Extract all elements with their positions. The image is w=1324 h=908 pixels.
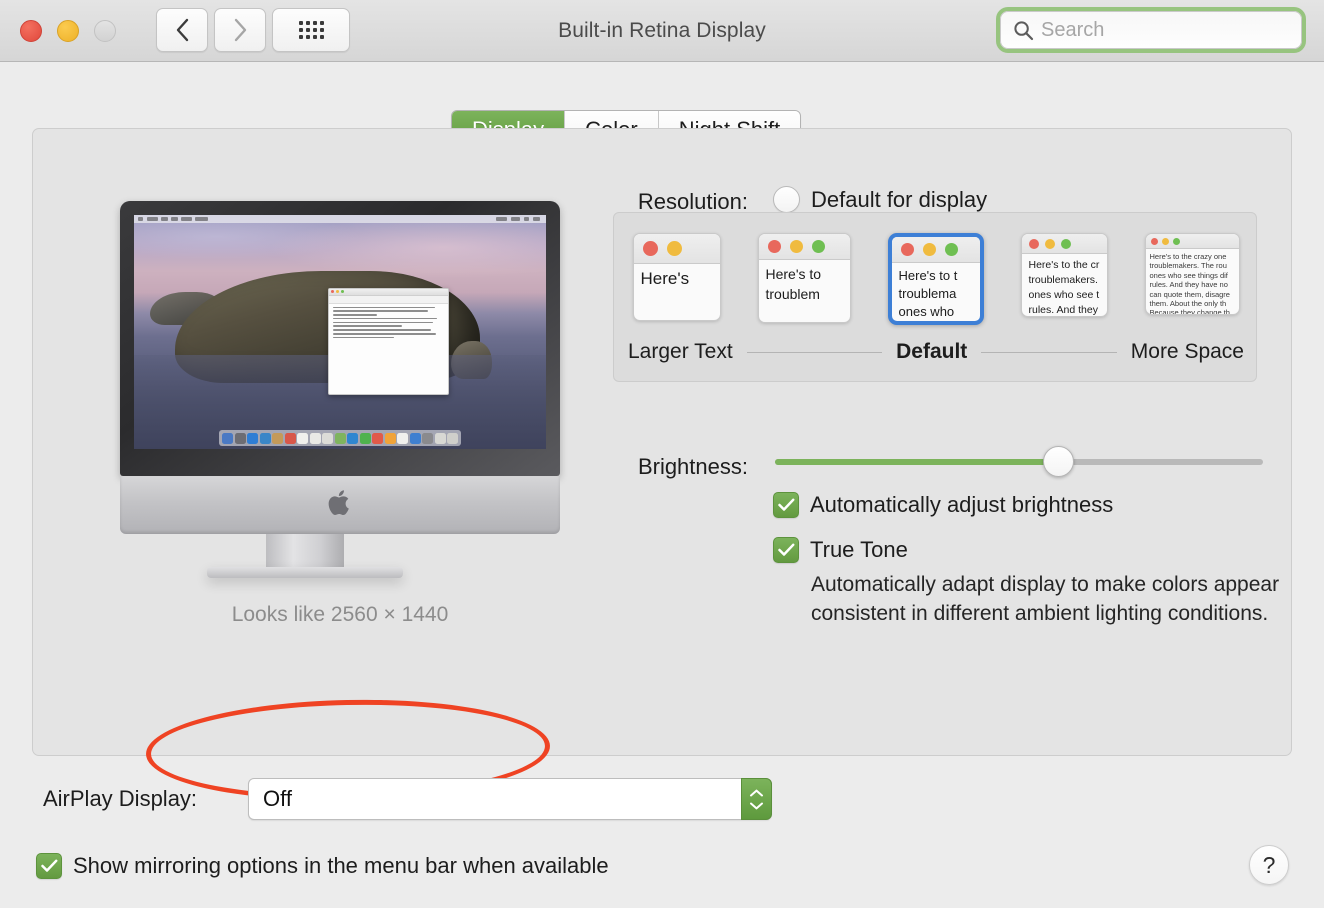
help-button[interactable]: ? xyxy=(1249,845,1289,885)
apple-logo-icon xyxy=(328,489,352,522)
scale-thumbnail-4[interactable]: Here's to the cr troublemakers. ones who… xyxy=(1020,233,1108,317)
scale-thumbnail-default-selected[interactable]: Here's to t troublema ones who xyxy=(887,233,984,325)
imac-screen xyxy=(134,215,546,449)
stepper-up-down-icon[interactable] xyxy=(741,778,772,820)
thumbnail-line: Here's to the cr xyxy=(1028,259,1100,271)
traffic-light-buttons xyxy=(20,20,116,42)
search-highlight-box: Search xyxy=(996,7,1306,53)
preview-textedit-window xyxy=(327,287,450,395)
show-mirroring-options-row[interactable]: Show mirroring options in the menu bar w… xyxy=(36,853,609,879)
radio-default-label: Default for display xyxy=(811,186,988,212)
thumbnail-line: troublemakers. The rou xyxy=(1149,261,1227,271)
thumbnail-line: can quote them, disagre xyxy=(1149,289,1230,299)
thumbnail-line: rules. And they have no xyxy=(1149,280,1228,290)
slider-fill xyxy=(775,459,1059,465)
thumbnail-line: Here's xyxy=(640,269,690,288)
minimize-button-icon[interactable] xyxy=(57,20,79,42)
show-all-grid-icon xyxy=(298,21,324,39)
thumbnail-line: troublema xyxy=(898,286,957,301)
thumbnail-text: Here's to troublem xyxy=(759,260,850,322)
scale-range-labels: Larger Text Default More Space xyxy=(628,337,1244,367)
display-settings-panel: Looks like 2560 × 1440 Resolution: Defau… xyxy=(32,128,1292,805)
true-tone-description: Automatically adapt display to make colo… xyxy=(811,573,1280,625)
display-controls-column: Resolution: Default for display Scaled xyxy=(583,129,1283,757)
zoom-button-icon[interactable] xyxy=(94,20,116,42)
thumbnail-titlebar xyxy=(633,234,720,264)
thumbnail-line: ones who see things dif xyxy=(1149,270,1228,280)
show-mirroring-options-label: Show mirroring options in the menu bar w… xyxy=(73,853,609,878)
thumbnail-line: Because they change th xyxy=(1149,308,1230,315)
preview-menu-bar xyxy=(134,215,546,223)
scale-divider-right xyxy=(981,351,1117,353)
imac-stand-base xyxy=(207,567,403,578)
slider-knob[interactable] xyxy=(1043,446,1075,477)
thumbnail-line: Here's to t xyxy=(898,268,958,283)
true-tone-row[interactable]: True Tone xyxy=(773,537,908,563)
checkbox-auto-adjust-brightness[interactable] xyxy=(773,492,799,518)
chevron-right-icon xyxy=(233,18,248,42)
auto-brightness-label: Automatically adjust brightness xyxy=(810,492,1114,517)
close-button-icon[interactable] xyxy=(20,20,42,42)
scale-label-default: Default xyxy=(896,340,968,363)
thumbnail-titlebar xyxy=(758,234,850,260)
scale-label-more-space: More Space xyxy=(1130,340,1244,363)
airplay-display-label: AirPlay Display: xyxy=(43,786,198,811)
window-titlebar: Built-in Retina Display Search xyxy=(0,0,1324,62)
thumbnail-line: Here's to the crazy one xyxy=(1149,252,1227,261)
search-icon xyxy=(1013,20,1034,41)
navigation-buttons xyxy=(156,8,350,52)
airplay-display-select[interactable]: Off xyxy=(248,778,772,820)
preview-dock xyxy=(219,430,461,446)
thumbnail-line: ones who see t xyxy=(1028,289,1100,301)
thumbnail-text: Here's to t troublema ones who xyxy=(892,263,980,321)
back-button[interactable] xyxy=(156,8,208,52)
thumbnail-text: Here's to the crazy one troublemakers. T… xyxy=(1146,249,1239,315)
thumbnail-line: troublem xyxy=(765,286,820,302)
preview-window-titlebar xyxy=(328,288,449,296)
display-preview-illustration: Looks like 2560 × 1440 xyxy=(85,201,560,626)
thumbnail-line: them. About the only th xyxy=(1149,299,1227,309)
preview-window-toolbar xyxy=(328,295,449,304)
imac-bezel xyxy=(120,201,560,476)
search-placeholder: Search xyxy=(1041,18,1105,41)
thumbnail-line: Here's to xyxy=(765,266,822,282)
imac-stand-neck xyxy=(266,534,344,570)
scale-thumbnail-larger-text[interactable]: Here's xyxy=(632,233,721,321)
checkbox-true-tone[interactable] xyxy=(773,537,799,563)
airplay-selected-value: Off xyxy=(263,786,292,811)
resolution-description: Looks like 2560 × 1440 xyxy=(231,603,449,626)
auto-brightness-row[interactable]: Automatically adjust brightness xyxy=(773,492,1113,518)
thumbnail-line: rules. And they xyxy=(1028,304,1098,316)
scale-thumbnail-2[interactable]: Here's to troublem xyxy=(757,233,851,323)
thumbnail-line: ones who xyxy=(898,304,955,319)
resolution-option-default[interactable]: Default for display xyxy=(773,186,987,213)
checkbox-show-mirroring-options[interactable] xyxy=(36,853,62,879)
chevron-left-icon xyxy=(175,18,190,42)
thumbnail-text: Here's xyxy=(634,264,720,320)
search-input[interactable]: Search xyxy=(1000,11,1302,49)
thumbnail-titlebar xyxy=(1021,234,1107,254)
thumbnail-titlebar xyxy=(891,237,980,263)
scale-thumbnail-more-space[interactable]: Here's to the crazy one troublemakers. T… xyxy=(1144,233,1240,315)
scale-label-larger-text: Larger Text xyxy=(628,340,733,363)
thumbnail-text: Here's to the cr troublemakers. ones who… xyxy=(1022,254,1107,316)
forward-button[interactable] xyxy=(214,8,266,52)
display-preferences-window: Built-in Retina Display Search Display C… xyxy=(0,0,1324,908)
thumbnail-titlebar xyxy=(1145,234,1239,249)
show-all-button[interactable] xyxy=(272,8,350,52)
brightness-slider[interactable] xyxy=(775,446,1263,477)
question-mark-icon: ? xyxy=(1262,851,1276,878)
scale-divider-left xyxy=(746,351,883,353)
true-tone-label: True Tone xyxy=(810,537,908,562)
thumbnail-line: troublemakers. xyxy=(1028,274,1098,286)
imac-chin xyxy=(120,476,560,534)
preview-window-text xyxy=(329,304,448,344)
scaled-resolution-box: Here's Here's to troublem Here's to t tr… xyxy=(613,212,1257,382)
brightness-label: Brightness: xyxy=(637,454,748,479)
radio-default-for-display[interactable] xyxy=(773,186,800,213)
scaled-thumbnail-list: Here's Here's to troublem Here's to t tr… xyxy=(614,233,1258,329)
